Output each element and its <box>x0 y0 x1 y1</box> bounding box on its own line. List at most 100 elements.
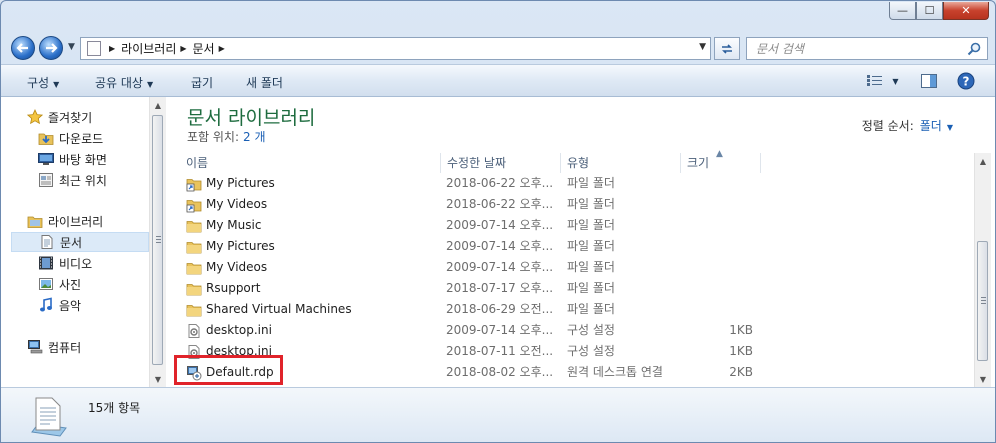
new-folder-button[interactable]: 새 폴더 <box>246 74 283 91</box>
file-list-scrollbar[interactable]: ▲ ▼ <box>974 153 991 387</box>
column-header-type[interactable]: 유형 <box>561 153 681 173</box>
file-row[interactable]: My Pictures 2009-07-14 오후... 파일 폴더 <box>180 236 972 257</box>
column-header-date[interactable]: 수정한 날짜 <box>441 153 561 173</box>
navigation-bar: ▼ ▶ 라이브러리 ▶ 문서 ▶ ▼ <box>1 32 995 64</box>
nav-libraries[interactable]: 라이브러리 <box>27 211 147 231</box>
close-button[interactable]: ✕ <box>943 2 989 20</box>
file-name-cell[interactable]: My Videos <box>186 194 441 215</box>
file-row[interactable]: desktop.ini 2018-07-11 오전... 구성 설정 1KB <box>180 341 972 362</box>
file-size <box>687 215 753 236</box>
column-header-name[interactable]: 이름 <box>180 153 441 173</box>
nav-recent-places[interactable]: 최근 위치 <box>38 170 147 190</box>
search-input[interactable] <box>747 40 966 57</box>
file-name-cell[interactable]: My Videos <box>186 257 441 278</box>
file-size <box>687 299 753 320</box>
dropdown-arrow-icon: ▼ <box>146 80 154 89</box>
address-history-dropdown[interactable]: ▼ <box>699 42 706 52</box>
file-name: My Pictures <box>206 176 275 190</box>
folder-icon <box>186 281 202 297</box>
file-name-cell[interactable]: Shared Virtual Machines <box>186 299 441 320</box>
breadcrumb-chevron-icon[interactable]: ▶ <box>109 44 115 53</box>
pictures-icon <box>38 276 54 292</box>
breadcrumb-libraries[interactable]: 라이브러리 <box>121 40 176 57</box>
nav-pictures[interactable]: 사진 <box>38 274 147 294</box>
file-row[interactable]: My Pictures 2018-06-22 오후... 파일 폴더 <box>180 173 972 194</box>
scroll-down-icon[interactable]: ▼ <box>975 371 991 387</box>
command-bar: 구성 ▼ 공유 대상 ▼ 굽기 새 폴더 ▼ ? <box>1 64 995 97</box>
nav-downloads[interactable]: 다운로드 <box>38 128 147 148</box>
refresh-button[interactable] <box>714 37 740 60</box>
file-name: My Videos <box>206 197 268 211</box>
file-row[interactable]: My Music 2009-07-14 오후... 파일 폴더 <box>180 215 972 236</box>
nav-documents[interactable]: 문서 <box>11 232 149 252</box>
folder-icon <box>186 260 202 276</box>
file-name-cell[interactable]: My Pictures <box>186 173 441 194</box>
scrollbar-thumb[interactable] <box>152 115 163 365</box>
file-row[interactable]: Shared Virtual Machines 2018-06-29 오전... 파… <box>180 299 972 320</box>
forward-arrow-icon <box>46 43 58 53</box>
minimize-button[interactable]: — <box>889 2 916 20</box>
file-size <box>687 236 753 257</box>
file-row[interactable]: My Videos 2018-06-22 오후... 파일 폴더 <box>180 194 972 215</box>
file-row[interactable]: desktop.ini 2009-07-14 오후... 구성 설정 1KB <box>180 320 972 341</box>
includes-locations-link[interactable]: 2 개 <box>243 130 266 144</box>
dropdown-arrow-icon[interactable]: ▼ <box>947 123 953 132</box>
nav-computer[interactable]: 컴퓨터 <box>27 337 147 357</box>
view-list-icon <box>867 75 883 86</box>
file-name-cell[interactable]: desktop.ini <box>186 320 441 341</box>
file-row[interactable]: My Videos 2009-07-14 오후... 파일 폴더 <box>180 257 972 278</box>
nav-desktop[interactable]: 바탕 화면 <box>38 149 147 169</box>
help-button[interactable]: ? <box>956 71 976 91</box>
title-bar[interactable]: — ☐ ✕ <box>1 1 995 31</box>
scroll-up-icon[interactable]: ▲ <box>975 153 991 169</box>
nav-recent-label: 최근 위치 <box>59 173 107 188</box>
file-row[interactable]: Rsupport 2018-07-17 오후... 파일 폴더 <box>180 278 972 299</box>
breadcrumb-chevron-icon[interactable]: ▶ <box>219 44 225 53</box>
organize-button[interactable]: 구성 ▼ <box>27 74 59 91</box>
change-view-button[interactable]: ▼ <box>865 71 901 91</box>
arrange-by-dropdown[interactable]: 폴더 <box>920 119 942 133</box>
file-name-cell[interactable]: Rsupport <box>186 278 441 299</box>
file-name: desktop.ini <box>206 344 272 358</box>
search-icon[interactable] <box>966 41 982 57</box>
nav-videos[interactable]: 비디오 <box>38 253 147 273</box>
nav-pictures-label: 사진 <box>59 277 82 292</box>
nav-documents-label: 문서 <box>60 235 83 250</box>
forward-button[interactable] <box>39 36 63 60</box>
caption-buttons: — ☐ ✕ <box>889 2 989 20</box>
address-bar[interactable]: ▶ 라이브러리 ▶ 문서 ▶ ▼ <box>80 37 711 60</box>
music-note-icon <box>38 297 54 313</box>
scroll-down-icon[interactable]: ▼ <box>150 371 166 387</box>
arrange-by: 정렬 순서: 폴더 ▼ <box>862 117 953 134</box>
folder-icon <box>186 218 202 234</box>
file-size <box>687 173 753 194</box>
file-name-cell[interactable]: My Music <box>186 215 441 236</box>
scrollbar-thumb[interactable] <box>977 241 988 361</box>
file-name: Shared Virtual Machines <box>206 302 352 316</box>
file-date: 2018-07-11 오전... <box>446 344 554 358</box>
shortcut-folder-icon <box>186 176 202 192</box>
dropdown-arrow-icon: ▼ <box>892 76 899 86</box>
nav-music[interactable]: 음악 <box>38 295 147 315</box>
preview-pane-button[interactable] <box>919 71 939 91</box>
navigation-scrollbar[interactable]: ▲ ▼ <box>149 97 166 387</box>
back-button[interactable] <box>11 36 35 60</box>
breadcrumb-chevron-icon[interactable]: ▶ <box>180 44 186 53</box>
nav-favorites[interactable]: 즐겨찾기 <box>27 107 147 127</box>
grip-line <box>156 239 161 240</box>
file-size <box>687 278 753 299</box>
share-with-button[interactable]: 공유 대상 ▼ <box>95 74 153 91</box>
file-type: 파일 폴더 <box>567 197 615 211</box>
burn-button[interactable]: 굽기 <box>191 74 213 91</box>
recent-pages-dropdown[interactable]: ▼ <box>68 42 75 52</box>
back-arrow-icon <box>16 43 28 53</box>
file-row[interactable]: Default.rdp 2018-08-02 오후... 원격 데스크톱 연결 2KB <box>180 362 972 383</box>
maximize-button[interactable]: ☐ <box>916 2 943 20</box>
recent-places-icon <box>38 172 54 188</box>
search-box[interactable] <box>746 37 988 60</box>
scroll-up-icon[interactable]: ▲ <box>150 97 166 113</box>
file-name-cell[interactable]: desktop.ini <box>186 341 441 362</box>
file-name-cell[interactable]: Default.rdp <box>186 362 441 383</box>
breadcrumb-documents[interactable]: 문서 <box>193 40 215 57</box>
file-name-cell[interactable]: My Pictures <box>186 236 441 257</box>
